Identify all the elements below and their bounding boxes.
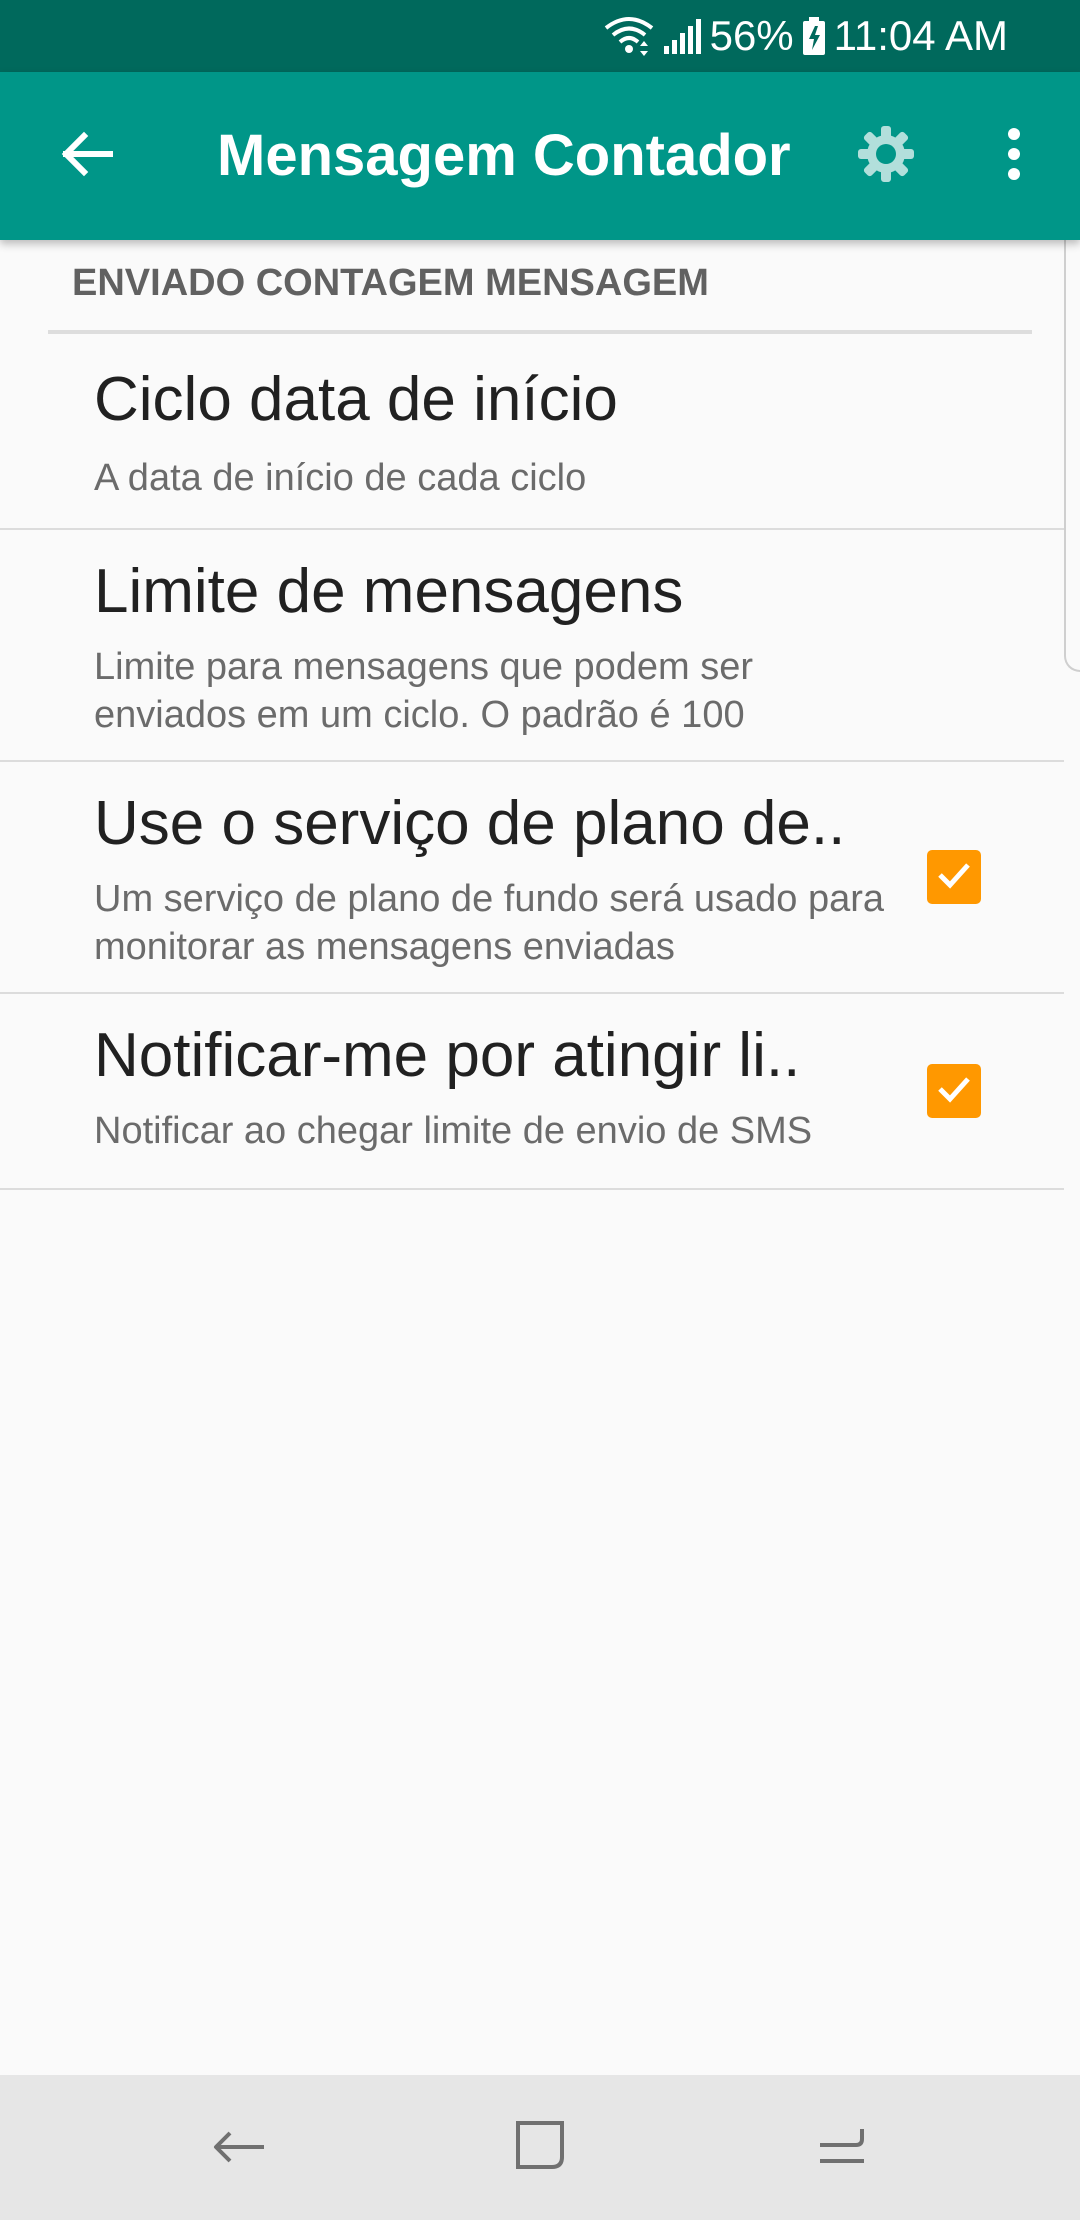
pref-summary: Limite para mensagens que podem ser envi… [94,646,754,736]
wifi-icon [604,16,654,56]
gear-icon [856,124,916,189]
battery-icon [802,16,826,56]
pref-title: Ciclo data de início [94,365,618,434]
status-icons: 56% 11:04 AM [604,0,1008,72]
battery-percent: 56% [709,12,794,59]
notify-limit-checkbox[interactable] [927,1064,981,1118]
back-arrow-icon [58,126,114,187]
pref-title: Limite de mensagens [94,557,684,626]
pref-item-message-limit[interactable]: Limite de mensagens Limite para mensagen… [0,530,1064,762]
preferences-list: ENVIADO CONTAGEM MENSAGEM Ciclo data de … [0,240,1080,2075]
section-header: ENVIADO CONTAGEM MENSAGEM [72,262,709,304]
nav-home-icon [510,2115,570,2180]
status-bar: 56% 11:04 AM [0,0,1080,72]
nav-recents-icon [812,2115,872,2180]
signal-icon [662,16,702,56]
more-options-button[interactable] [968,110,1060,202]
clock: 11:04 AM [833,12,1008,59]
nav-bar [0,2075,1080,2220]
checkmark-icon [934,1069,974,1114]
nav-back-button[interactable] [196,2105,280,2189]
pref-item-cycle-start-date[interactable]: Ciclo data de início A data de início de… [0,336,1064,530]
page-title: Mensagem Contador [217,123,791,188]
pref-summary: Um serviço de plano de fundo será usado … [94,878,885,968]
nav-back-icon [208,2115,268,2180]
pref-summary: Notificar ao chegar limite de envio de S… [94,1110,813,1152]
pref-item-background-service[interactable]: Use o serviço de plano de.. Um serviço d… [0,762,1064,994]
nav-home-button[interactable] [498,2105,582,2189]
screen: 56% 11:04 AM Mensagem Contador ENVIADO C… [0,0,1080,2220]
app-bar: Mensagem Contador [0,72,1080,240]
pref-item-notify-limit[interactable]: Notificar-me por atingir li.. Notificar … [0,994,1064,1190]
settings-button[interactable] [840,110,932,202]
back-button[interactable] [40,110,132,202]
section-divider [48,330,1032,334]
pref-title: Use o serviço de plano de.. [94,789,846,858]
background-service-checkbox[interactable] [927,850,981,904]
pref-title: Notificar-me por atingir li.. [94,1021,801,1090]
pref-summary: A data de início de cada ciclo [94,457,587,499]
more-vert-icon [1004,126,1024,187]
checkmark-icon [934,855,974,900]
nav-recents-button[interactable] [800,2105,884,2189]
